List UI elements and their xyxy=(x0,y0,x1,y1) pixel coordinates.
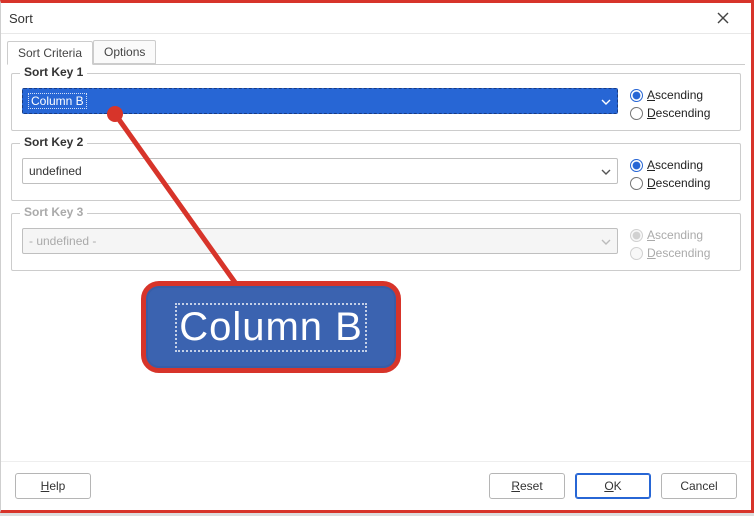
annotation-callout: Column B xyxy=(141,281,401,373)
reset-button[interactable]: Reset xyxy=(489,473,565,499)
sort-key-1-descending-radio[interactable]: Descending xyxy=(630,106,730,120)
sort-key-3-descending-radio: Descending xyxy=(630,246,730,260)
sort-dialog: Sort Sort Criteria Options Sort Key 1 Co… xyxy=(0,0,754,513)
sort-key-1-column-value: Column B xyxy=(31,94,84,108)
sort-key-1-ascending-radio[interactable]: Ascending xyxy=(630,88,730,102)
sort-key-2-column-value: undefined xyxy=(29,164,82,178)
sort-key-3-column-value: - undefined - xyxy=(29,234,96,248)
ok-button[interactable]: OK xyxy=(575,473,651,499)
legend-sort-key-3: Sort Key 3 xyxy=(20,205,87,219)
help-button-label: elp xyxy=(49,479,65,493)
sort-key-3-order-radios: Ascending Descending xyxy=(630,228,730,260)
title-bar: Sort xyxy=(1,3,751,34)
sort-key-1-descending-label: escending xyxy=(656,106,711,120)
sort-key-1-order-radios: Ascending Descending xyxy=(630,88,730,120)
legend-sort-key-2: Sort Key 2 xyxy=(20,135,87,149)
group-sort-key-3: Sort Key 3 - undefined - Ascending Des xyxy=(11,213,741,271)
reset-button-label: eset xyxy=(520,479,543,493)
ok-button-label: K xyxy=(614,479,622,493)
tab-panel-sort-criteria: Sort Key 1 Column B Ascending Descendi xyxy=(7,64,745,287)
sort-key-2-descending-label: escending xyxy=(656,176,711,190)
sort-key-3-ascending-label: scending xyxy=(655,228,703,242)
group-sort-key-1: Sort Key 1 Column B Ascending Descendi xyxy=(11,73,741,131)
chevron-down-icon xyxy=(601,164,611,178)
help-button[interactable]: Help xyxy=(15,473,91,499)
window-title: Sort xyxy=(9,11,33,26)
close-button[interactable] xyxy=(705,6,741,30)
sort-key-2-descending-radio[interactable]: Descending xyxy=(630,176,730,190)
sort-key-2-ascending-radio[interactable]: Ascending xyxy=(630,158,730,172)
sort-key-2-column-dropdown[interactable]: undefined xyxy=(22,158,618,184)
annotation-callout-text: Column B xyxy=(177,305,365,350)
tab-options[interactable]: Options xyxy=(93,40,156,64)
sort-key-1-column-dropdown[interactable]: Column B xyxy=(22,88,618,114)
tab-sort-criteria[interactable]: Sort Criteria xyxy=(7,41,93,65)
tab-strip: Sort Criteria Options xyxy=(1,34,751,64)
sort-key-2-order-radios: Ascending Descending xyxy=(630,158,730,190)
cancel-button[interactable]: Cancel xyxy=(661,473,737,499)
chevron-down-icon xyxy=(601,234,611,248)
group-sort-key-2: Sort Key 2 undefined Ascending Descend xyxy=(11,143,741,201)
legend-sort-key-1: Sort Key 1 xyxy=(20,65,87,79)
chevron-down-icon xyxy=(601,94,611,108)
dialog-button-bar: Help Reset OK Cancel xyxy=(1,461,751,510)
sort-key-3-column-dropdown[interactable]: - undefined - xyxy=(22,228,618,254)
close-icon xyxy=(717,12,729,24)
sort-key-1-ascending-label: scending xyxy=(655,88,703,102)
sort-key-3-descending-label: escending xyxy=(656,246,711,260)
sort-key-2-ascending-label: scending xyxy=(655,158,703,172)
sort-key-3-ascending-radio: Ascending xyxy=(630,228,730,242)
